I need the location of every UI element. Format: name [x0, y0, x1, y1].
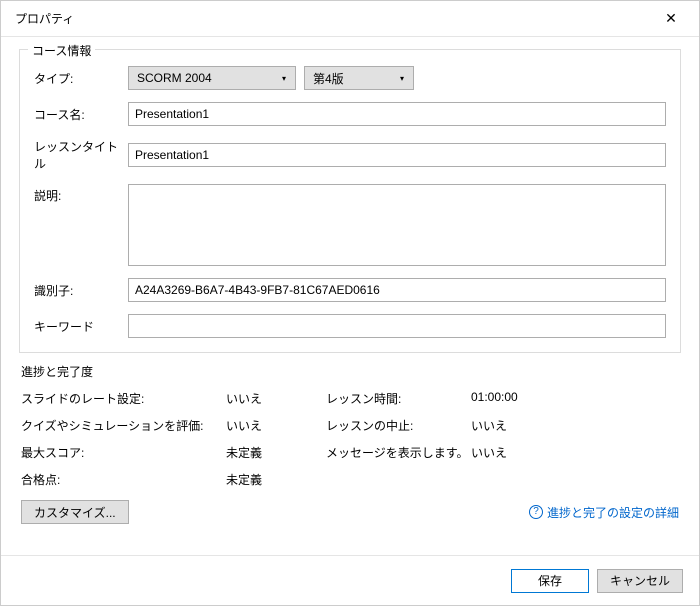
help-icon: ? — [529, 505, 543, 519]
description-label: 説明: — [34, 184, 120, 204]
course-info-group: コース情報 タイプ: SCORM 2004 ▾ 第4版 ▾ コース名: レッスン… — [19, 49, 681, 353]
course-name-input[interactable] — [128, 102, 666, 126]
chevron-down-icon: ▾ — [395, 74, 409, 83]
lesson-title-row: レッスンタイトル — [34, 138, 666, 172]
content-area: コース情報 タイプ: SCORM 2004 ▾ 第4版 ▾ コース名: レッスン… — [1, 37, 699, 555]
titlebar: プロパティ ✕ — [1, 1, 699, 37]
progress-group: 進捗と完了度 スライドのレート設定: いいえ レッスン時間: 01:00:00 … — [19, 363, 681, 524]
pass-score-label: 合格点: — [21, 471, 226, 488]
quiz-eval-label: クイズやシミュレーションを評価: — [21, 417, 226, 434]
progress-grid: スライドのレート設定: いいえ レッスン時間: 01:00:00 クイズやシミュ… — [21, 390, 679, 488]
message-value: いいえ — [471, 444, 679, 461]
lesson-time-label: レッスン時間: — [326, 390, 471, 407]
pass-score-value: 未定義 — [226, 471, 326, 488]
lesson-title-label: レッスンタイトル — [34, 138, 120, 172]
chevron-down-icon: ▾ — [277, 74, 291, 83]
keyword-label: キーワード — [34, 318, 120, 335]
description-row: 説明: — [34, 184, 666, 266]
version-combo[interactable]: 第4版 ▾ — [304, 66, 414, 90]
progress-footer: カスタマイズ... ? 進捗と完了の設定の詳細 — [21, 500, 679, 524]
type-combo-text: SCORM 2004 — [137, 71, 277, 85]
progress-legend: 進捗と完了度 — [21, 363, 679, 380]
message-label: メッセージを表示します。 — [326, 444, 471, 461]
identifier-label: 識別子: — [34, 282, 120, 299]
close-button[interactable]: ✕ — [651, 5, 691, 33]
slide-rate-value: いいえ — [226, 390, 326, 407]
cancel-button[interactable]: キャンセル — [597, 569, 683, 593]
description-textarea[interactable] — [128, 184, 666, 266]
window-title: プロパティ — [15, 10, 651, 27]
course-name-row: コース名: — [34, 102, 666, 126]
keyword-row: キーワード — [34, 314, 666, 338]
properties-dialog: プロパティ ✕ コース情報 タイプ: SCORM 2004 ▾ 第4版 ▾ コー… — [0, 0, 700, 606]
lesson-abort-value: いいえ — [471, 417, 679, 434]
max-score-value: 未定義 — [226, 444, 326, 461]
type-row: タイプ: SCORM 2004 ▾ 第4版 ▾ — [34, 66, 666, 90]
max-score-label: 最大スコア: — [21, 444, 226, 461]
quiz-eval-value: いいえ — [226, 417, 326, 434]
identifier-input[interactable] — [128, 278, 666, 302]
version-combo-text: 第4版 — [313, 70, 395, 87]
lesson-time-value: 01:00:00 — [471, 390, 679, 407]
dialog-footer: 保存 キャンセル — [1, 555, 699, 605]
close-icon: ✕ — [665, 10, 677, 27]
save-button[interactable]: 保存 — [511, 569, 589, 593]
type-combo[interactable]: SCORM 2004 ▾ — [128, 66, 296, 90]
progress-details-text: 進捗と完了の設定の詳細 — [547, 504, 679, 521]
identifier-row: 識別子: — [34, 278, 666, 302]
keyword-input[interactable] — [128, 314, 666, 338]
course-info-legend: コース情報 — [28, 42, 95, 59]
slide-rate-label: スライドのレート設定: — [21, 390, 226, 407]
course-name-label: コース名: — [34, 106, 120, 123]
progress-details-link[interactable]: ? 進捗と完了の設定の詳細 — [529, 504, 679, 521]
customize-button[interactable]: カスタマイズ... — [21, 500, 129, 524]
lesson-title-input[interactable] — [128, 143, 666, 167]
lesson-abort-label: レッスンの中止: — [326, 417, 471, 434]
type-label: タイプ: — [34, 70, 120, 87]
